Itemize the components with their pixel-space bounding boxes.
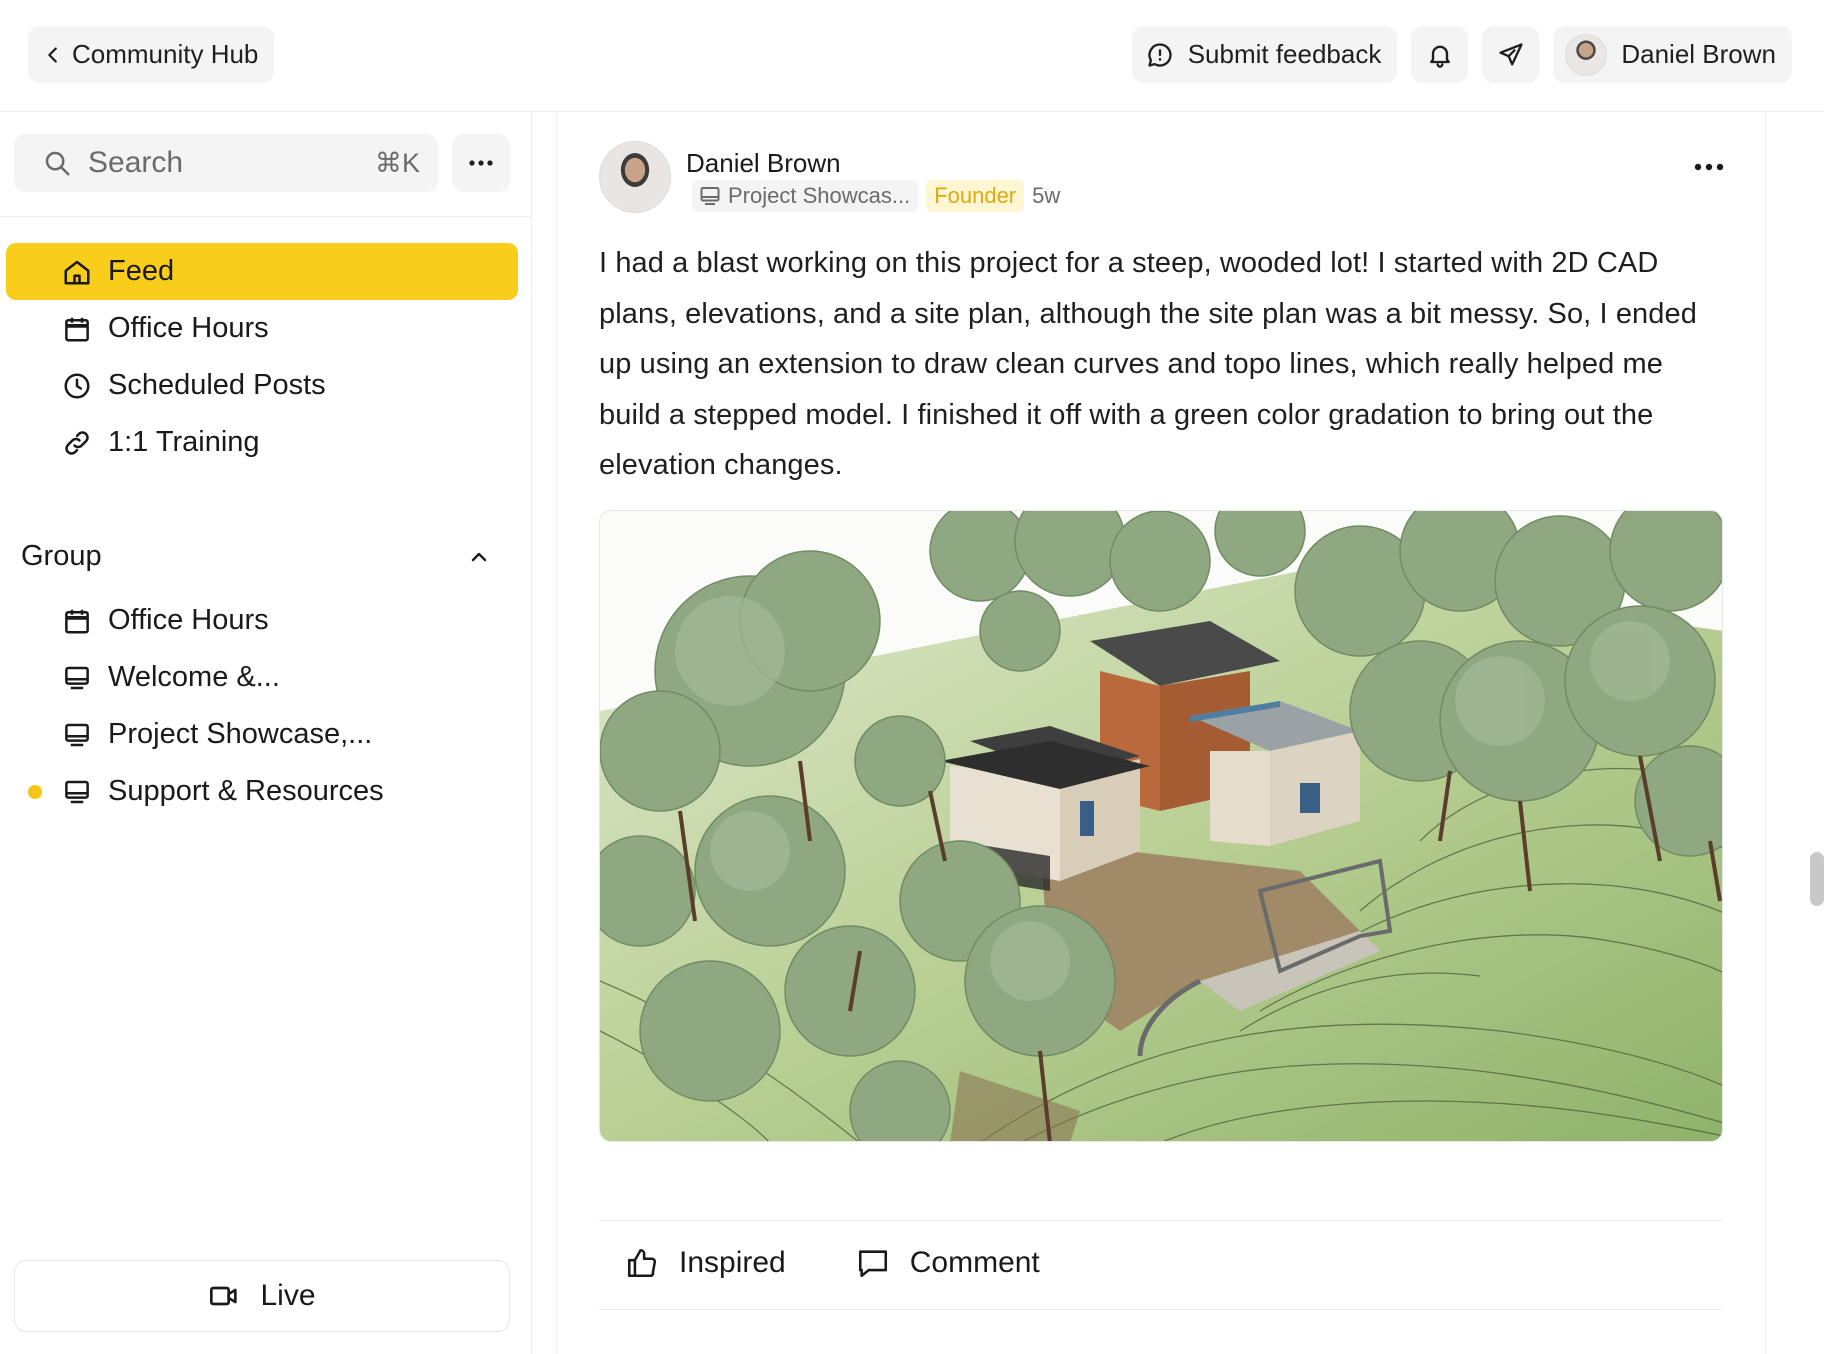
post-actions: Inspired Comment <box>625 1246 1040 1280</box>
live-label: Live <box>260 1279 316 1312</box>
more-horizontal-icon <box>469 160 493 166</box>
search-shortcut: ⌘K <box>374 147 420 178</box>
house-model-illustration <box>600 511 1722 1141</box>
search-row: Search ⌘K <box>14 134 510 192</box>
actions-divider-top <box>599 1220 1723 1221</box>
video-camera-icon <box>210 1286 238 1306</box>
nav-item-label: Scheduled Posts <box>108 369 326 401</box>
group-title: Group <box>21 540 102 572</box>
nav-item-scheduled-posts[interactable]: Scheduled Posts <box>6 357 518 414</box>
inspired-button[interactable]: Inspired <box>625 1246 786 1280</box>
inspired-label: Inspired <box>679 1246 786 1279</box>
group-section-toggle[interactable]: Group <box>21 540 491 573</box>
search-input[interactable]: Search ⌘K <box>14 134 438 192</box>
chevron-left-icon <box>48 46 57 63</box>
group-item-project-showcase[interactable]: Project Showcase,... <box>6 706 518 763</box>
post-space-label: Project Showcas... <box>728 183 911 208</box>
post-space-link[interactable]: Project Showcas... <box>692 180 919 212</box>
group-item-label: Project Showcase,... <box>108 718 373 750</box>
feedback-bubble-icon <box>1148 42 1172 67</box>
clock-icon <box>64 373 90 398</box>
link-icon <box>65 430 89 455</box>
post-card: Daniel Brown Project Showcas... Founder … <box>556 112 1766 1354</box>
group-item-office-hours[interactable]: Office Hours <box>6 592 518 649</box>
monitor-icon <box>65 780 89 803</box>
post-author[interactable]: Daniel Brown <box>686 148 841 179</box>
nav-item-feed[interactable]: Feed <box>6 243 518 300</box>
user-menu-button[interactable]: Daniel Brown <box>1553 26 1792 83</box>
home-icon <box>64 260 90 284</box>
founder-badge: Founder <box>926 180 1025 212</box>
back-button[interactable]: Community Hub <box>28 26 275 83</box>
group-item-label: Support & Resources <box>108 775 384 807</box>
group-item-label: Welcome &... <box>108 661 280 693</box>
scrollbar-thumb[interactable] <box>1810 852 1824 906</box>
actions-divider-bottom <box>599 1309 1723 1310</box>
nav-item-label: Feed <box>108 255 175 287</box>
nav-item-training[interactable]: 1:1 Training <box>6 414 518 471</box>
messages-button[interactable] <box>1482 26 1540 83</box>
comment-button[interactable]: Comment <box>856 1246 1040 1280</box>
search-placeholder: Search <box>88 146 184 179</box>
comment-icon <box>858 1250 887 1278</box>
post-time[interactable]: 5w <box>1032 183 1060 209</box>
notifications-button[interactable] <box>1411 26 1469 83</box>
group-item-welcome[interactable]: Welcome &... <box>6 649 518 706</box>
monitor-icon <box>65 666 89 689</box>
top-actions: Submit feedback Daniel Brown <box>1131 26 1792 83</box>
user-name: Daniel Brown <box>1621 39 1776 69</box>
nav-item-office-hours[interactable]: Office Hours <box>6 300 518 357</box>
sidebar-divider <box>0 216 532 217</box>
nav-item-label: 1:1 Training <box>108 426 260 458</box>
search-icon <box>45 151 70 176</box>
more-horizontal-icon <box>1694 163 1724 171</box>
thumbs-up-icon <box>627 1248 657 1278</box>
group-item-label: Office Hours <box>108 604 269 636</box>
live-button[interactable]: Live <box>14 1260 510 1332</box>
send-icon <box>1499 42 1523 65</box>
top-bar: Community Hub Submit feedback Daniel Bro… <box>0 0 1824 112</box>
calendar-icon <box>65 609 89 633</box>
submit-feedback-label: Submit feedback <box>1187 39 1382 69</box>
group-list: Office Hours Welcome &... Project Showca… <box>6 592 518 820</box>
post-body: I had a blast working on this project fo… <box>599 247 1697 481</box>
main-feed: Daniel Brown Project Showcas... Founder … <box>532 112 1824 1354</box>
monitor-icon <box>65 723 89 746</box>
author-avatar[interactable] <box>599 141 671 213</box>
post-options-button[interactable] <box>1693 160 1725 178</box>
user-avatar <box>1565 33 1608 76</box>
post-meta: Project Showcas... Founder 5w <box>692 180 1060 212</box>
sidebar: Search ⌘K Feed Office Hours Scheduled Po… <box>0 112 532 1354</box>
main-nav: Feed Office Hours Scheduled Posts 1:1 Tr… <box>6 243 518 471</box>
chevron-up-icon <box>471 552 487 561</box>
unread-dot <box>28 785 42 799</box>
bell-icon <box>1429 45 1450 68</box>
comment-label: Comment <box>909 1246 1040 1279</box>
post-image[interactable] <box>599 510 1723 1142</box>
calendar-icon <box>65 317 89 341</box>
nav-item-label: Office Hours <box>108 312 269 344</box>
monitor-icon <box>700 187 720 205</box>
sidebar-more-button[interactable] <box>452 134 510 192</box>
group-item-support-resources[interactable]: Support & Resources <box>6 763 518 820</box>
back-button-label: Community Hub <box>72 39 259 69</box>
submit-feedback-button[interactable]: Submit feedback <box>1131 26 1398 83</box>
